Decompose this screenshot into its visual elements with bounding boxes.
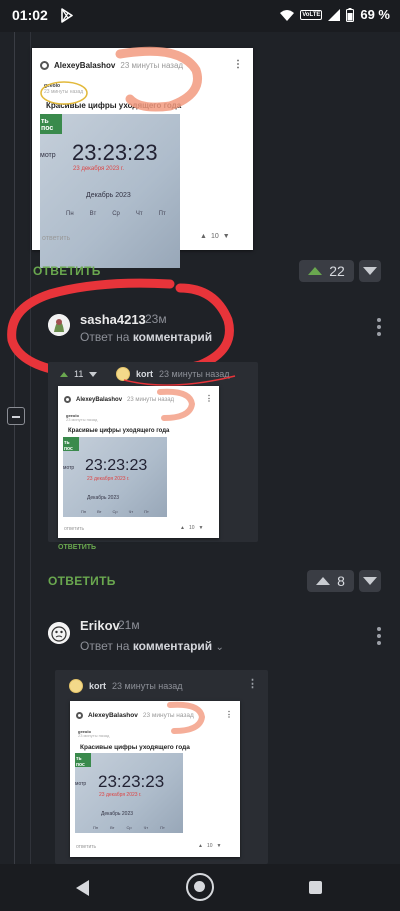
avatar[interactable] <box>48 622 70 644</box>
status-bar: 01:02 VoLTE 69 % <box>0 0 400 32</box>
quote-reply: ОТВЕТИТЬ <box>58 544 97 551</box>
yellow-highlight-mark <box>40 81 88 105</box>
cell-signal-icon <box>328 8 341 21</box>
battery-percent: 69 % <box>360 7 390 22</box>
downvote-icon <box>363 267 377 275</box>
avatar <box>40 61 49 70</box>
volte-badge: VoLTE <box>300 9 323 20</box>
upvote-icon <box>316 577 331 585</box>
quote-votes: 11 <box>60 369 98 379</box>
avatar <box>69 679 83 693</box>
play-store-icon <box>61 8 73 23</box>
upvote-icon <box>308 267 323 275</box>
thread-line-inner <box>30 32 31 872</box>
comment-username[interactable]: Erikov <box>80 618 120 633</box>
upvote-button[interactable]: 8 <box>307 570 354 592</box>
recent-apps-icon[interactable] <box>309 881 322 894</box>
status-time: 01:02 <box>12 7 48 23</box>
more-icon[interactable]: ⋮ <box>247 677 258 690</box>
red-highlight-mark <box>115 46 202 112</box>
downvote-icon <box>363 577 377 585</box>
score: 8 <box>337 573 345 589</box>
image-reply: ответить <box>42 235 71 242</box>
reply-to-meta[interactable]: Ответ на комментарий ⌄ <box>80 639 224 653</box>
red-highlight-mark <box>167 701 206 734</box>
more-icon: ⋮ <box>233 59 243 70</box>
downvote-button[interactable] <box>359 260 381 282</box>
downvote-button[interactable] <box>359 570 381 592</box>
comment-age: 21м <box>118 618 140 632</box>
upvote-button[interactable]: 22 <box>299 260 354 282</box>
avatar <box>64 396 71 403</box>
clock-photo: ть пос мотр 23:23:23 23 декабря 2023 г. … <box>40 114 180 268</box>
signal-icon <box>280 9 295 21</box>
red-highlight-mark <box>157 388 196 421</box>
status-icons: VoLTE 69 % <box>280 7 390 22</box>
vote-group: 22 <box>299 260 381 282</box>
comment-image-3[interactable]: AlexeyBalashov 23 минуты назад ⋮ geeolo 2… <box>70 701 240 857</box>
quote-author: kort 23 минуты назад <box>69 679 183 693</box>
battery-icon <box>346 7 355 22</box>
comment-menu-button[interactable] <box>377 627 381 648</box>
avatar <box>76 712 83 719</box>
back-icon[interactable] <box>76 880 89 896</box>
chevron-down-icon: ⌄ <box>215 642 224 653</box>
image-votes: ▲ 10 ▼ <box>200 233 230 240</box>
reply-button[interactable]: ОТВЕТИТЬ <box>48 574 116 588</box>
home-icon[interactable] <box>186 873 214 901</box>
thread-line <box>14 32 15 872</box>
vote-group: 8 <box>307 570 381 592</box>
score: 22 <box>329 263 345 279</box>
comment-menu-button[interactable] <box>377 318 381 339</box>
collapse-thread-button[interactable] <box>7 407 25 425</box>
navigation-bar <box>0 864 400 911</box>
